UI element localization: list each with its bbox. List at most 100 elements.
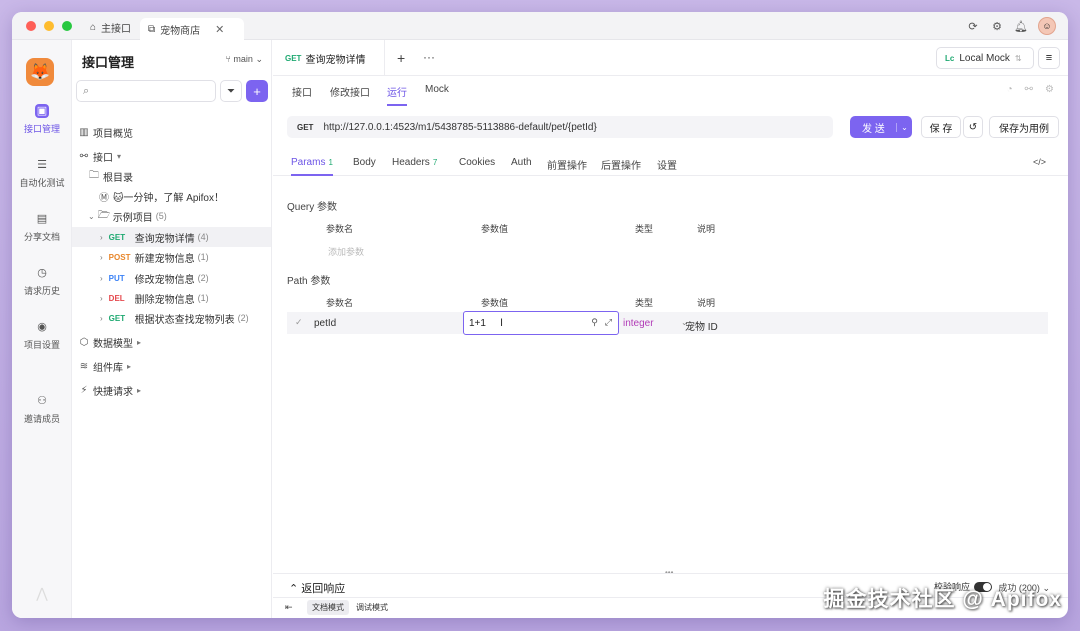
refresh-icon[interactable]: ⟳ <box>966 19 980 33</box>
rail-item-automation[interactable]: ☰ 自动化测试 <box>12 158 72 189</box>
settings-icon[interactable]: ⚙ <box>1045 84 1054 95</box>
tab-auth[interactable]: Auth <box>511 157 532 168</box>
add-param-input[interactable]: 添加参数 <box>328 245 364 258</box>
tab-doc-mode[interactable]: 文档模式 <box>307 600 349 615</box>
home-icon: ⌂ <box>90 21 97 33</box>
param-value-text: 1+1 <box>469 317 486 329</box>
rail-item-label: 邀请成员 <box>23 414 60 424</box>
check-icon[interactable]: ✓ <box>295 317 303 328</box>
filter-button[interactable]: ⏷ <box>220 80 242 102</box>
tab-label: 设置 <box>657 161 677 172</box>
tree-item-label: 示例项目 <box>112 212 153 224</box>
close-tab-icon[interactable]: ✕ <box>215 23 224 36</box>
method-selector[interactable]: GET <box>297 123 313 132</box>
window-tab-home-label: 主接口 <box>101 23 132 35</box>
url-input[interactable]: http://127.0.0.1:4523/m1/5438785-5113886… <box>323 122 596 133</box>
endpoint-count: (2) <box>237 313 249 323</box>
save-button[interactable]: 保 存 <box>921 116 961 138</box>
collapse-sidebar-icon[interactable]: ⇤ <box>285 602 293 613</box>
tab-pre-processors[interactable]: 前置操作 <box>547 157 587 172</box>
tab-edit-interface[interactable]: 修改接口 <box>330 84 370 99</box>
filter-icon: ⏷ <box>227 85 235 97</box>
tree-item-endpoint[interactable]: › DEL 删除宠物信息 (1) <box>72 288 271 308</box>
code-icon[interactable]: </> <box>1033 157 1046 167</box>
tab-interface[interactable]: 接口 <box>292 84 312 99</box>
reset-button[interactable]: ↺ <box>963 116 983 138</box>
tab-debug-mode[interactable]: 调试模式 <box>351 600 393 615</box>
add-button[interactable]: + <box>246 80 268 102</box>
expand-icon[interactable]: ⤢ <box>605 317 612 328</box>
rail-item-settings[interactable]: ◉ 项目设置 <box>12 320 72 351</box>
url-bar[interactable]: GET http://127.0.0.1:4523/m1/5438785-511… <box>287 116 833 138</box>
minimize-window-button[interactable] <box>44 21 54 31</box>
tab-run[interactable]: 运行 <box>387 84 407 106</box>
history-icon[interactable]: ◔ <box>1007 84 1013 95</box>
tab-post-processors[interactable]: 后置操作 <box>601 157 641 172</box>
tab-body[interactable]: Body <box>353 157 376 168</box>
tree-item-overview[interactable]: ▥ 项目概览 <box>72 122 271 142</box>
tab-label: Headers <box>392 157 430 168</box>
search-input[interactable]: ⌕ <box>76 80 216 102</box>
more-icon[interactable]: ··· <box>423 50 435 64</box>
share-icon[interactable]: ⚯ <box>1025 84 1033 95</box>
environment-badge: Lc <box>945 53 955 63</box>
chevron-down-icon: ▾ <box>117 151 122 161</box>
response-toggle[interactable]: ⌃ 返回响应 <box>289 580 345 596</box>
avatar[interactable]: ☺ <box>1038 17 1056 35</box>
tree-item-root-dir[interactable]: 🗀︎ 根目录 <box>72 166 271 186</box>
bell-icon[interactable]: 🔔︎ <box>1014 19 1028 33</box>
window-tab-home[interactable]: ⌂ 主接口 <box>82 16 139 38</box>
tree-item-components[interactable]: ≋ 组件库 ▸ <box>72 356 271 376</box>
path-params-label: Path 参数 <box>287 276 331 287</box>
menu-button[interactable]: ≡ <box>1038 47 1060 69</box>
param-type-select[interactable]: integer <box>623 318 654 329</box>
tab-settings[interactable]: 设置 <box>657 157 677 172</box>
close-window-button[interactable] <box>26 21 36 31</box>
tree-item-label: 数据模型 <box>93 338 133 350</box>
column-header-value: 参数值 <box>481 224 509 234</box>
rail-item-api[interactable]: ▣ 接口管理 <box>12 104 72 135</box>
tree-item-example-folder[interactable]: ⌄ 🗁︎ 示例项目 (5) <box>72 206 271 226</box>
param-value-input[interactable]: 1+1 I ⚲ ⤢ <box>463 311 619 335</box>
chevron-right-icon: ▸ <box>127 361 132 371</box>
tree-item-endpoint[interactable]: › POST 新建宠物信息 (1) <box>72 247 271 267</box>
tab-headers[interactable]: Headers 7 <box>392 157 437 168</box>
tree-item-label: 接口 <box>93 152 113 164</box>
new-tab-icon[interactable]: + <box>397 50 405 66</box>
tab-cookies[interactable]: Cookies <box>459 157 495 168</box>
tree-item-api-root[interactable]: ⚯ 接口 ▾ <box>72 146 271 166</box>
gear-icon[interactable]: ⚙ <box>990 19 1004 33</box>
maximize-window-button[interactable] <box>62 21 72 31</box>
tab-params[interactable]: Params 1 <box>291 157 333 176</box>
send-button[interactable]: 发 送 ⌄ <box>850 116 912 138</box>
tab-mock[interactable]: Mock <box>425 84 449 95</box>
column-header-type: 类型 <box>635 224 654 234</box>
titlebar-actions: ⟳ ⚙ 🔔︎ ☺ <box>966 17 1056 35</box>
environment-selector[interactable]: Lc Local Mock ⇅ <box>936 47 1034 69</box>
tree-item-quick-requests[interactable]: ⚡︎ 快捷请求 ▸ <box>72 380 271 400</box>
chevron-down-icon[interactable]: ⌄ <box>896 122 912 132</box>
window-tab-project[interactable]: ⧉ 宠物商店 ✕ <box>140 18 244 40</box>
send-label: 发 送 <box>862 123 885 135</box>
endpoint-name: 根据状态查找宠物列表 <box>134 314 235 326</box>
magic-wand-icon[interactable]: ⚲ <box>591 317 598 328</box>
save-as-case-button[interactable]: 保存为用例 <box>989 116 1059 138</box>
doc-tab-active[interactable]: GET 查询宠物详情 <box>273 40 385 76</box>
param-name[interactable]: petId <box>314 318 336 329</box>
rail-item-history[interactable]: ◷ 请求历史 <box>12 266 72 297</box>
branch-selector[interactable]: ⑂ main ⌄ <box>226 54 264 65</box>
tree-item-endpoint[interactable]: › PUT 修改宠物信息 (2) <box>72 268 271 288</box>
branch-label: main <box>233 54 253 64</box>
method-badge: GET <box>108 313 126 323</box>
tree-item-endpoint[interactable]: › GET 根据状态查找宠物列表 (2) <box>72 308 271 328</box>
rail-item-invite[interactable]: ⚇ 邀请成员 <box>12 394 72 425</box>
param-description[interactable]: 宠物 ID <box>685 318 718 333</box>
tree-item-endpoint[interactable]: › GET 查询宠物详情 (4) <box>72 227 271 247</box>
rail-item-share-docs[interactable]: ▤ 分享文档 <box>12 212 72 243</box>
tree-item-data-models[interactable]: ⬡ 数据模型 ▸ <box>72 332 271 352</box>
tree-item-intro-doc[interactable]: Ⓜ 🐱一分钟，了解 Apifox！ <box>72 186 271 206</box>
lightning-icon: ⚡︎ <box>80 384 88 396</box>
plus-icon: + <box>253 83 261 99</box>
tree-item-label: 快捷请求 <box>93 386 133 398</box>
method-badge: GET <box>108 232 126 242</box>
